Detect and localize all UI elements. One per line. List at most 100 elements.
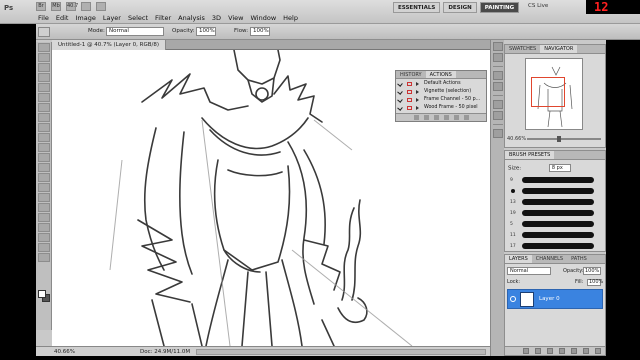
menu-image[interactable]: Image [75,14,95,22]
expand-triangle-icon[interactable] [416,98,419,102]
check-icon[interactable] [397,97,403,103]
brush-preset[interactable]: 9 [508,175,600,186]
navigator-zoom-slider[interactable] [527,136,601,142]
clone-source-icon[interactable] [493,111,503,120]
history-brush-tool-icon[interactable] [38,133,50,142]
quick-select-tool-icon[interactable] [38,73,50,82]
slider-knob[interactable] [557,136,561,142]
menu-select[interactable]: Select [128,14,148,22]
navigator-view-box[interactable] [531,77,565,107]
blend-mode-select[interactable]: Normal [507,267,551,275]
dodge-tool-icon[interactable] [38,173,50,182]
document-tab[interactable]: Untitled-1 @ 40.7% (Layer 0, RGB/8) [52,40,167,50]
shape-tool-icon[interactable] [38,213,50,222]
menu-3d[interactable]: 3D [212,14,221,22]
3d-orbit-tool-icon[interactable] [38,233,50,242]
eraser-tool-icon[interactable] [38,143,50,152]
check-icon[interactable] [397,89,403,95]
new-action-icon[interactable] [454,115,459,120]
tab-channels[interactable]: CHANNELS [532,255,567,263]
brush-preset[interactable] [508,186,600,197]
actions-panel-icon[interactable] [493,53,503,62]
dialog-toggle-icon[interactable] [407,106,412,110]
zoom-icon[interactable] [96,2,106,11]
bridge-icon[interactable]: Br [36,2,46,11]
menu-layer[interactable]: Layer [103,14,121,22]
lasso-tool-icon[interactable] [38,63,50,72]
brush-preset[interactable]: 11 [508,230,600,241]
foreground-color-swatch[interactable] [38,290,46,298]
workspace-design[interactable]: DESIGN [443,2,477,13]
visibility-eye-icon[interactable] [510,296,516,302]
expand-triangle-icon[interactable] [416,82,419,86]
record-icon[interactable] [424,115,429,120]
tab-paths[interactable]: PATHS [567,255,591,263]
mask-icon[interactable] [547,348,553,354]
mode-select[interactable]: Normal [106,27,164,36]
menu-edit[interactable]: Edit [56,14,69,22]
trash-icon[interactable] [464,115,469,120]
history-panel-icon[interactable] [493,42,503,51]
gradient-tool-icon[interactable] [38,153,50,162]
workspace-painting[interactable]: PAINTING [479,2,520,13]
cs-live-button[interactable]: CS Live [528,3,548,9]
crop-tool-icon[interactable] [38,83,50,92]
healing-tool-icon[interactable] [38,103,50,112]
new-set-icon[interactable] [444,115,449,120]
action-item[interactable]: Frame Channel - 50 p... [396,96,486,104]
layer-row[interactable]: Layer 0 [507,289,603,309]
zoom-level-field[interactable]: 40.7 [66,2,78,11]
layer-name[interactable]: Layer 0 [539,296,560,302]
tab-brush-presets[interactable]: BRUSH PRESETS [505,151,555,159]
flow-field[interactable]: 100% [250,27,270,36]
fx-icon[interactable] [535,348,541,354]
fill-field[interactable]: 100% [586,279,603,286]
dialog-toggle-icon[interactable] [407,82,412,86]
blur-tool-icon[interactable] [38,163,50,172]
dialog-toggle-icon[interactable] [407,90,412,94]
masks-panel-icon[interactable] [493,82,503,91]
tab-swatches[interactable]: SWATCHES [505,45,540,53]
pen-tool-icon[interactable] [38,183,50,192]
check-icon[interactable] [397,105,403,111]
hand-tool-icon[interactable] [38,243,50,252]
menu-filter[interactable]: Filter [155,14,171,22]
3d-rotate-tool-icon[interactable] [38,223,50,232]
marquee-tool-icon[interactable] [38,53,50,62]
move-tool-icon[interactable] [38,43,50,52]
opacity-field[interactable]: 100% [196,27,216,36]
folder-icon[interactable] [571,348,577,354]
workspace-essentials[interactable]: ESSENTIALS [393,2,441,13]
eyedropper-tool-icon[interactable] [38,93,50,102]
expand-triangle-icon[interactable] [416,106,419,110]
action-item[interactable]: Default Actions [396,80,486,88]
menu-analysis[interactable]: Analysis [178,14,205,22]
adjustments-panel-icon[interactable] [493,71,503,80]
brush-tool-icon[interactable] [38,113,50,122]
stop-icon[interactable] [414,115,419,120]
navigator-zoom-field[interactable]: 40.66% [507,136,526,142]
adjustment-icon[interactable] [559,348,565,354]
tab-actions[interactable]: ACTIONS [425,71,456,78]
dialog-toggle-icon[interactable] [407,98,412,102]
brush-preset[interactable]: 19 [508,208,600,219]
link-icon[interactable] [523,348,529,354]
type-tool-icon[interactable] [38,193,50,202]
play-icon[interactable] [434,115,439,120]
size-field[interactable]: 8 px [548,164,571,172]
minibridge-icon[interactable]: Mb [51,2,61,11]
tab-layers[interactable]: LAYERS [505,255,532,263]
hand-icon[interactable] [81,2,91,11]
trash-icon[interactable] [595,348,601,354]
menu-view[interactable]: View [228,14,243,22]
menu-file[interactable]: File [38,14,49,22]
brush-panel-icon[interactable] [493,100,503,109]
zoom-tool-icon[interactable] [38,253,50,262]
brush-preset[interactable]: 17 [508,241,600,252]
horizontal-scrollbar[interactable] [196,349,486,355]
tool-presets-icon[interactable] [493,129,503,138]
menu-window[interactable]: Window [251,14,277,22]
new-layer-icon[interactable] [583,348,589,354]
brush-tool-preset-icon[interactable] [38,27,50,37]
tab-navigator[interactable]: NAVIGATOR [540,45,578,53]
